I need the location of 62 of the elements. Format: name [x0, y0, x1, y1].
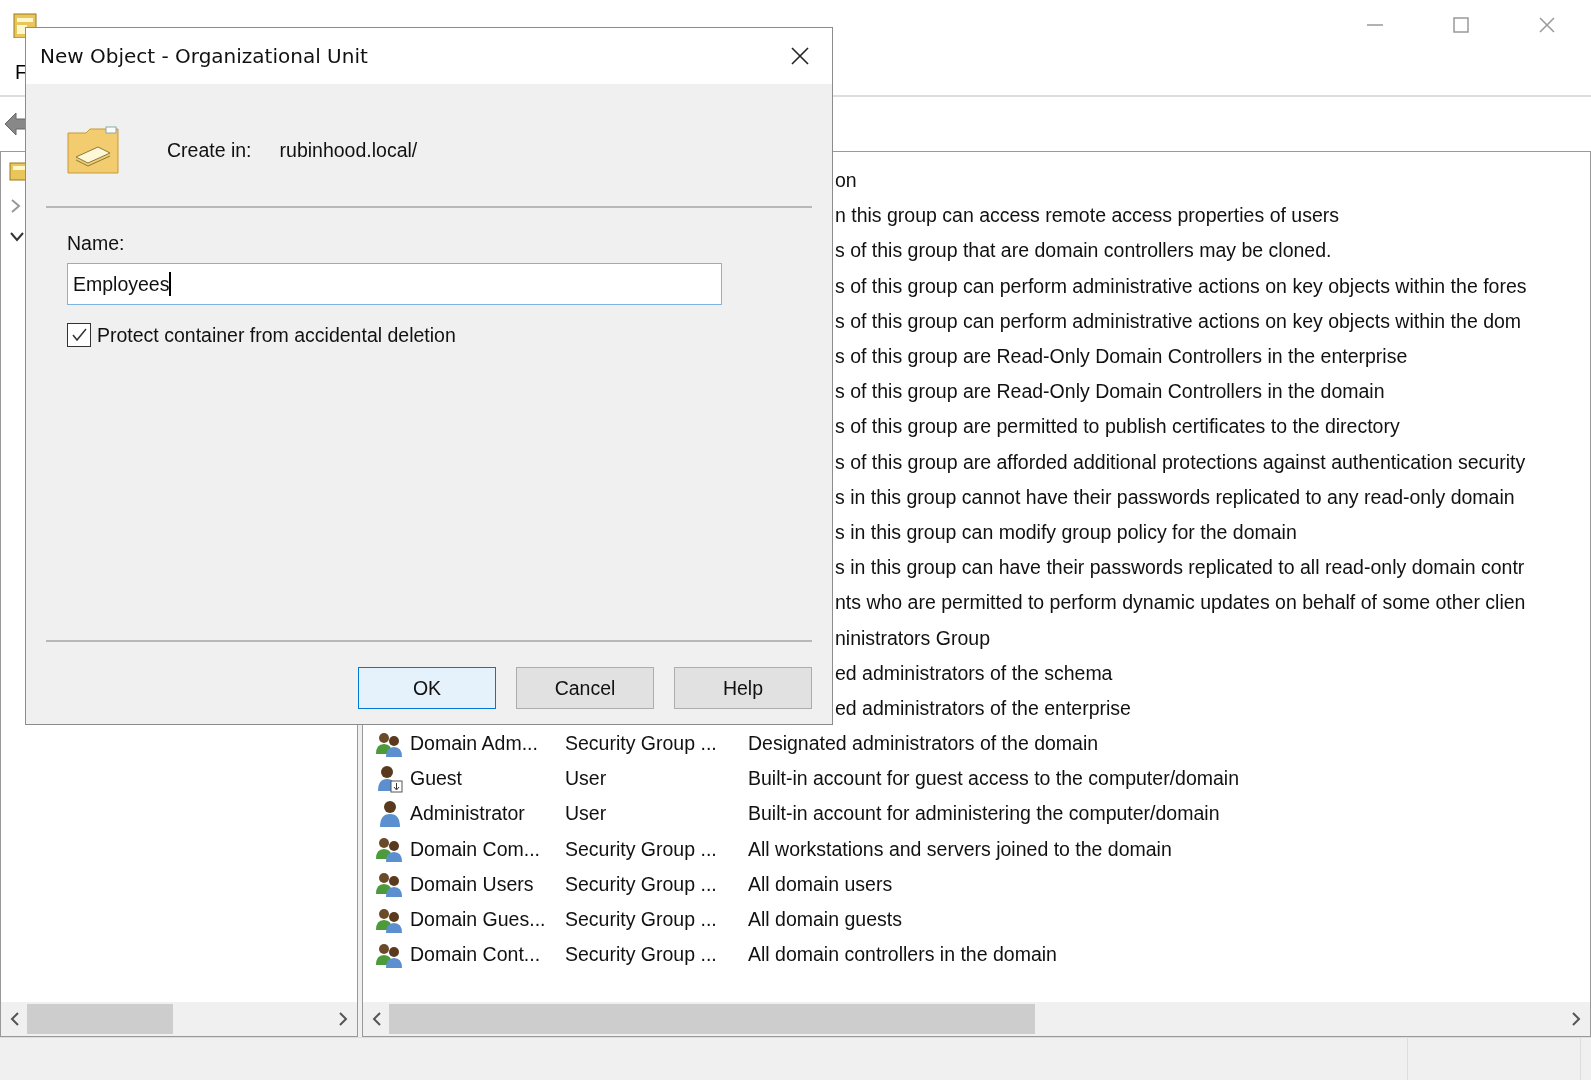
list-cell[interactable]: Guest — [410, 767, 565, 791]
list-cell: n this group can access remote access properties of users — [835, 204, 1339, 228]
list-cell[interactable]: Administrator — [410, 802, 565, 826]
close-icon[interactable] — [790, 46, 810, 66]
list-cell: ed administrators of the enterprise — [835, 696, 1131, 720]
list-cell: ninistrators Group — [835, 626, 990, 650]
list-cell[interactable]: Domain Adm... — [410, 732, 565, 756]
list-cell-text: User — [565, 802, 608, 826]
list-cell: s of this group are afforded additional protections against authentication security — [835, 450, 1526, 474]
list-cell: s in this group cannot have their passwords replicated to any read-only domain — [835, 485, 1515, 509]
horizontal-scrollbar[interactable] — [363, 1002, 1590, 1036]
list-cell: All domain controllers in the domain — [748, 943, 1057, 967]
create-in-label: Create in: — [167, 138, 252, 162]
list-cell[interactable]: Domain Users — [410, 872, 565, 896]
list-cell: Designated administrators of the domain — [748, 732, 1099, 756]
checkbox[interactable] — [67, 323, 91, 347]
ok-button[interactable]: OK — [358, 667, 496, 709]
list-cell: s of this group are Read-Only Domain Controllers in the enterprise — [835, 345, 1408, 369]
list-cell: ed administrators of the schema — [835, 661, 1113, 685]
list-cell: All domain users — [748, 872, 893, 896]
list-cell: s of this group are permitted to publish certificates to the directory — [835, 415, 1400, 439]
list-cell: All domain guests — [748, 908, 902, 932]
dialog-title: New Object - Organizational Unit — [40, 44, 368, 68]
list-cell: s of this group are Read-Only Domain Controllers in the domain — [835, 380, 1385, 404]
scroll-left-icon[interactable] — [9, 1011, 21, 1027]
cancel-button[interactable]: Cancel — [516, 667, 654, 709]
list-cell-text: Security Group ... — [565, 872, 718, 896]
list-cell: Built-in account for guest access to the computer/domain — [748, 767, 1239, 791]
chevron-right-icon[interactable] — [9, 198, 23, 214]
checkbox-label[interactable]: Protect container from accidental deletion — [97, 323, 456, 347]
chevron-down-icon[interactable] — [9, 230, 25, 244]
list-cell-text: Security Group ... — [565, 732, 718, 756]
list-cell: s in this group can have their passwords replicated to all read-only domain contr — [835, 556, 1525, 580]
list-cell[interactable]: Domain Gues... — [410, 908, 565, 932]
guest-user-icon — [375, 764, 405, 793]
back-arrow-icon[interactable] — [4, 111, 28, 137]
user-group-icon — [375, 870, 405, 899]
scroll-left-icon[interactable] — [371, 1011, 383, 1027]
horizontal-scrollbar[interactable] — [1, 1002, 357, 1036]
column-header[interactable]: on — [835, 169, 857, 193]
list-cell: s of this group can perform administrative actions on key objects within the fores — [835, 274, 1527, 298]
folder-icon — [66, 123, 122, 177]
list-cell[interactable]: Domain Cont... — [410, 943, 565, 967]
list-cell[interactable]: Domain Com... — [410, 837, 565, 861]
list-cell-text: Security Group ... — [565, 908, 718, 932]
list-cell-text: Security Group ... — [565, 837, 718, 861]
create-in-path: rubinhood.local/ — [279, 138, 418, 162]
list-cell: Built-in account for administering the computer/domain — [748, 802, 1220, 826]
list-cell: s in this group can modify group policy for the domain — [835, 520, 1297, 544]
list-cell-text: User — [565, 767, 608, 791]
scroll-right-icon[interactable] — [1570, 1011, 1582, 1027]
scroll-right-icon[interactable] — [337, 1011, 349, 1027]
list-cell: s of this group can perform administrative actions on key objects within the dom — [835, 309, 1522, 333]
list-cell: All workstations and servers joined to the domain — [748, 837, 1172, 861]
name-input-field[interactable]: Employees — [67, 263, 722, 305]
list-cell: nts who are permitted to perform dynamic updates on behalf of some other clien — [835, 591, 1526, 615]
help-button[interactable]: Help — [674, 667, 812, 709]
user-group-icon — [375, 835, 405, 864]
list-cell-text: Security Group ... — [565, 943, 718, 967]
name-label: Name: — [67, 232, 126, 255]
list-cell: s of this group that are domain controllers may be cloned. — [835, 239, 1332, 263]
checkmark-icon — [70, 326, 88, 344]
